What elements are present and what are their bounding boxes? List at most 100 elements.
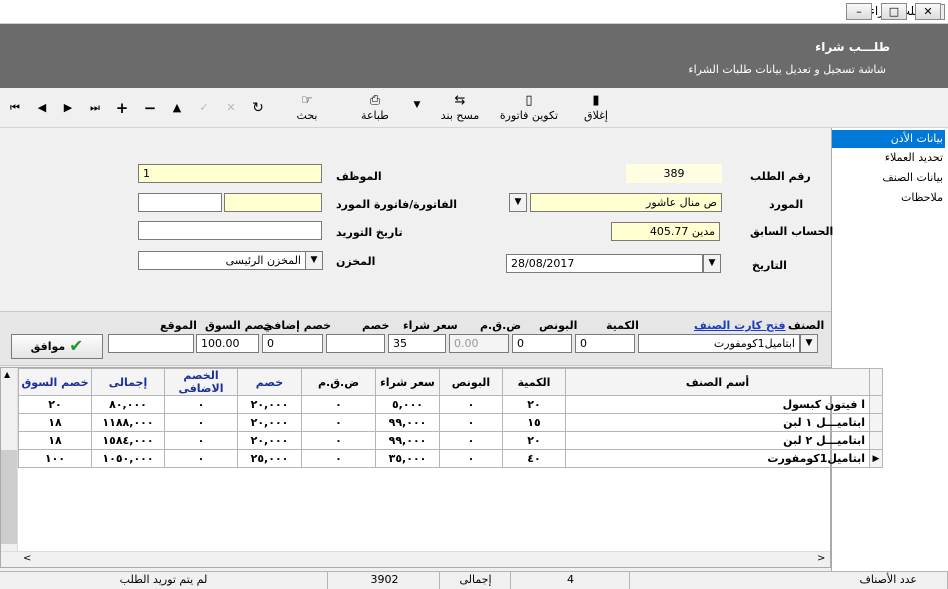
side-panel: بيانات الأذن تحديد العملاء بيانات الصنف …: [831, 128, 948, 571]
vat-col-label: ض.ق.م: [480, 319, 522, 332]
invoice-icon: ▯: [525, 93, 533, 108]
row-selector[interactable]: [869, 431, 883, 450]
last-record-icon[interactable]: ⏭: [86, 99, 104, 117]
col-row-selector: [869, 368, 883, 396]
next-record-icon[interactable]: ▶: [59, 99, 77, 117]
side-item-notes[interactable]: ملاحظات: [832, 189, 945, 207]
bonus-col-label: البونص: [539, 319, 578, 332]
table-row[interactable]: ٢٠ ٨٠,٠٠٠ ٠ ٢٠,٠٠٠ ٠ ٥,٠٠٠ ٠ ٢٠ ا فيتون كبسو…: [18, 395, 883, 414]
items-grid: ▲ خصم السوق إجمالى الخصم الاضافى خصم ض.ق…: [0, 367, 883, 568]
col-qty[interactable]: الكمية: [502, 368, 566, 396]
close-button[interactable]: ▮ إغلاق: [578, 92, 614, 126]
items-count: 4: [512, 572, 630, 589]
col-bonus[interactable]: البونص: [439, 368, 503, 396]
market-discount-col-label: خصم السوق: [205, 319, 273, 332]
header-band: طلـــب شراء شاشة تسجيل و تعديل بيانات طل…: [0, 24, 948, 88]
items-table: خصم السوق إجمالى الخصم الاضافى خصم ض.ق.م…: [18, 368, 883, 468]
warehouse-dropdown-icon[interactable]: ▼: [305, 251, 323, 270]
printer-icon: ⎙: [369, 93, 381, 108]
col-extra-discount[interactable]: الخصم الاضافى: [164, 368, 238, 396]
table-header-row: خصم السوق إجمالى الخصم الاضافى خصم ض.ق.م…: [18, 368, 883, 396]
first-record-icon[interactable]: ⏮: [6, 99, 24, 117]
col-price[interactable]: سعر شراء: [375, 368, 440, 396]
bonus-input[interactable]: 0: [512, 334, 572, 353]
supplier-dropdown-icon[interactable]: ▼: [509, 193, 527, 212]
page-subtitle: شاشة تسجيل و تعديل بيانات طلبات الشراء: [688, 63, 886, 76]
order-status: لم يتم توريد الطلب: [0, 572, 328, 589]
print-dropdown-icon[interactable]: ▼: [408, 96, 426, 114]
supplier-invoice-field[interactable]: [224, 193, 322, 212]
search-button[interactable]: ☞ بحث: [290, 92, 324, 126]
warehouse-select[interactable]: المخزن الرئيسى: [138, 251, 306, 270]
side-item-customers[interactable]: تحديد العملاء: [832, 149, 945, 167]
scroll-right-icon[interactable]: >: [817, 553, 825, 564]
title-bar: ✎ طلب شراء – □ ✕: [0, 0, 948, 24]
invoice-field[interactable]: [138, 193, 222, 212]
scroll-thumb[interactable]: [1, 450, 17, 544]
qty-col-label: الكمية: [606, 319, 639, 332]
current-row-indicator-icon[interactable]: ▶: [869, 449, 883, 468]
table-row[interactable]: ١٠٠ ١٠٥٠,٠٠٠ ٠ ٢٥,٠٠٠ ٠ ٣٥,٠٠٠ ٠ ٤٠ ابتاميل1…: [18, 449, 883, 468]
price-input[interactable]: 35: [388, 334, 446, 353]
location-input[interactable]: [108, 334, 194, 353]
date-picker-icon[interactable]: ▼: [703, 254, 721, 273]
discount-col-label: خصم: [362, 319, 390, 332]
extra-discount-col-label: خصم إضافي: [263, 319, 332, 332]
search-icon: ☞: [301, 93, 313, 108]
total-label: إجمالى: [441, 572, 511, 589]
warehouse-label: المخزن: [336, 255, 376, 268]
delivery-date-field[interactable]: [138, 221, 322, 240]
item-entry-band: الصنف فتح كارت الصنف الكمية البونص ض.ق.م…: [0, 311, 831, 366]
edit-record-icon[interactable]: ▲: [168, 99, 186, 117]
total-value: 3902: [330, 572, 440, 589]
location-col-label: الموقع: [160, 319, 197, 332]
col-total[interactable]: إجمالى: [91, 368, 165, 396]
create-invoice-button[interactable]: ▯ تكوين فاتورة: [495, 92, 563, 126]
employee-field[interactable]: 1: [138, 164, 322, 183]
minimize-button[interactable]: –: [846, 3, 872, 20]
add-record-icon[interactable]: +: [113, 99, 131, 117]
clear-item-icon: ⇆: [454, 93, 466, 108]
maximize-button[interactable]: □: [881, 3, 907, 20]
table-row[interactable]: ١٨ ١١٨٨,٠٠٠ ٠ ٢٠,٠٠٠ ٠ ٩٩,٠٠٠ ٠ ١٥ ابتاميـــ…: [18, 413, 883, 432]
col-vat[interactable]: ض.ق.م: [301, 368, 376, 396]
save-record-icon[interactable]: ✓: [195, 99, 213, 117]
prev-balance-label: الحساب السابق: [750, 225, 834, 238]
market-discount-input[interactable]: 100.00: [196, 334, 259, 353]
open-item-card-link[interactable]: فتح كارت الصنف: [694, 319, 786, 332]
price-col-label: سعر شراء: [403, 319, 458, 332]
table-row[interactable]: ١٨ ١٥٨٤,٠٠٠ ٠ ٢٠,٠٠٠ ٠ ٩٩,٠٠٠ ٠ ٢٠ ابتاميـــ…: [18, 431, 883, 450]
scroll-up-icon[interactable]: ▲: [4, 370, 10, 379]
side-item-order-data[interactable]: بيانات الأذن: [832, 130, 945, 148]
extra-discount-input[interactable]: 0: [262, 334, 323, 353]
ok-button[interactable]: موافق ✔: [11, 334, 103, 359]
row-selector[interactable]: [869, 413, 883, 432]
item-dropdown-icon[interactable]: ▼: [800, 334, 818, 353]
print-button[interactable]: ⎙ طباعة: [355, 92, 395, 126]
vertical-scrollbar[interactable]: ▲: [1, 368, 18, 551]
order-no-label: رقم الطلب: [750, 170, 811, 183]
col-discount[interactable]: خصم: [237, 368, 302, 396]
delete-record-icon[interactable]: −: [141, 99, 159, 117]
horizontal-scrollbar[interactable]: < >: [1, 551, 830, 567]
refresh-icon[interactable]: ↻: [249, 99, 267, 117]
supplier-field[interactable]: ص منال عاشور: [530, 193, 722, 212]
supplier-invoice-label: الفاتورة/فاتورة المورد: [336, 198, 457, 211]
cancel-record-icon[interactable]: ✕: [222, 99, 240, 117]
item-select[interactable]: ابتاميل1كومفورت: [638, 334, 800, 353]
supplier-label: المورد: [769, 198, 804, 211]
side-item-item-data[interactable]: بيانات الصنف: [832, 169, 945, 187]
scroll-left-icon[interactable]: <: [23, 553, 31, 564]
qty-input[interactable]: 0: [575, 334, 635, 353]
discount-input[interactable]: [326, 334, 385, 353]
date-field[interactable]: 28/08/2017: [506, 254, 703, 273]
col-item-name[interactable]: أسم الصنف: [565, 368, 870, 396]
items-count-label: عدد الأصناف: [631, 572, 948, 589]
close-window-button[interactable]: ✕: [915, 3, 941, 20]
col-market-discount[interactable]: خصم السوق: [18, 368, 92, 396]
previous-record-icon[interactable]: ◀: [33, 99, 51, 117]
checkmark-icon: ✔: [69, 336, 84, 357]
row-selector[interactable]: [869, 395, 883, 414]
page-title: طلـــب شراء: [815, 40, 890, 54]
clear-item-button[interactable]: ⇆ مسح بند: [437, 92, 483, 126]
